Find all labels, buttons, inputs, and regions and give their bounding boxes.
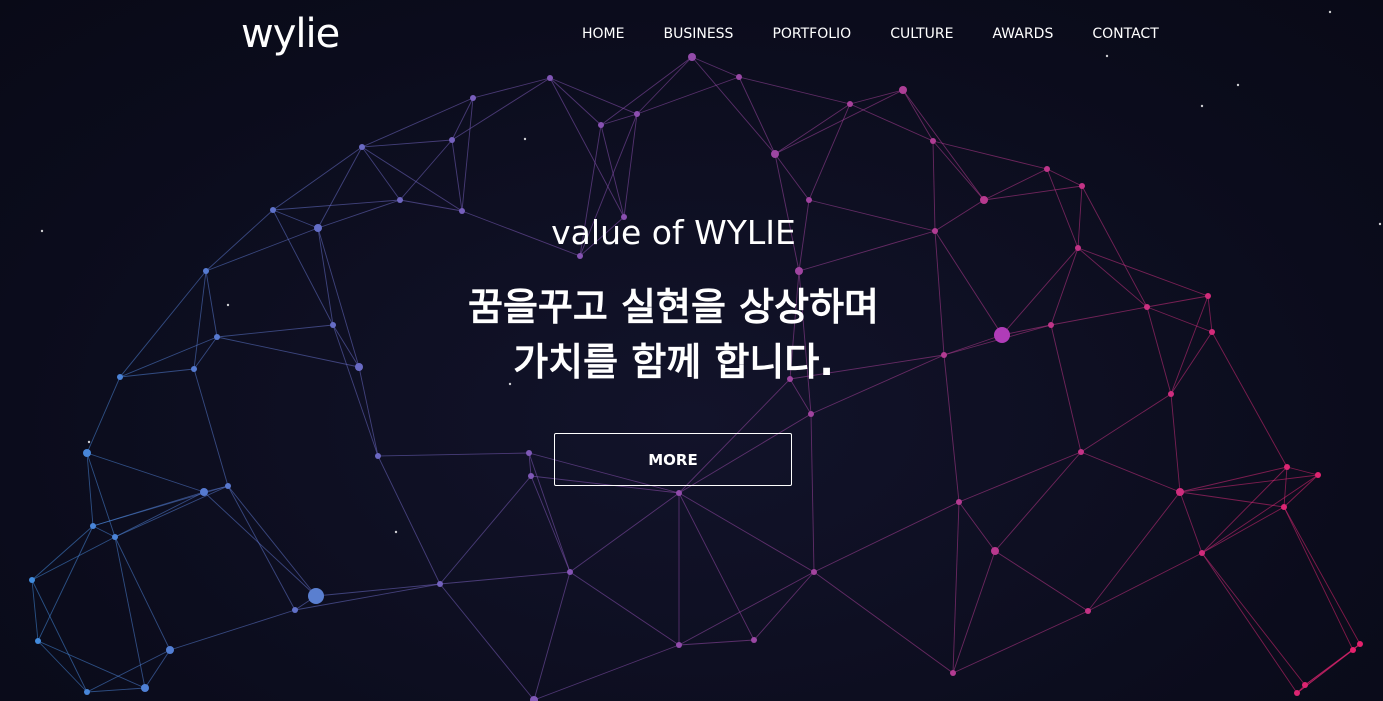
nav-business[interactable]: BUSINESS	[663, 24, 733, 44]
network-node	[751, 637, 757, 643]
star	[87, 440, 91, 444]
network-node	[811, 569, 817, 575]
headline-line-2: 가치를 함께 합니다.	[513, 340, 834, 384]
network-node	[90, 523, 96, 529]
network-node	[1302, 682, 1308, 688]
network-node	[930, 138, 936, 144]
nav-contact[interactable]: CONTACT	[1092, 24, 1158, 44]
network-node	[1079, 183, 1085, 189]
network-node	[676, 490, 682, 496]
wylie-logo[interactable]: wylie	[241, 10, 340, 58]
network-node	[292, 607, 298, 613]
hero-subtitle: value of WYLIE	[551, 213, 796, 252]
network-node	[899, 86, 907, 94]
nav-culture[interactable]: CULTURE	[890, 24, 953, 44]
network-node	[83, 449, 91, 457]
network-node	[84, 689, 90, 695]
network-node	[847, 101, 853, 107]
network-node	[1357, 641, 1363, 647]
network-node	[375, 453, 381, 459]
network-node	[950, 670, 956, 676]
network-node	[1350, 647, 1356, 653]
network-node	[771, 150, 779, 158]
star	[1378, 222, 1382, 226]
star	[1105, 54, 1109, 58]
nav-awards[interactable]: AWARDS	[992, 24, 1053, 44]
network-node	[528, 473, 534, 479]
more-button[interactable]: MORE	[554, 433, 792, 486]
network-node	[736, 74, 742, 80]
network-node	[225, 483, 231, 489]
network-node	[1294, 690, 1300, 696]
network-node	[166, 646, 174, 654]
star	[1328, 10, 1332, 14]
star	[1200, 104, 1204, 108]
network-node	[526, 450, 532, 456]
network-node	[991, 547, 999, 555]
network-node	[35, 638, 41, 644]
network-node	[141, 684, 149, 692]
main-nav: HOME BUSINESS PORTFOLIO CULTURE AWARDS C…	[582, 24, 1198, 44]
hero-section: wylie HOME BUSINESS PORTFOLIO CULTURE AW…	[0, 0, 1383, 701]
headline-line-1: 꿈을꾸고 실현을 상상하며	[467, 285, 880, 329]
network-node	[1315, 472, 1321, 478]
network-node	[437, 581, 443, 587]
network-node	[676, 642, 682, 648]
network-node	[1044, 166, 1050, 172]
network-node	[1281, 504, 1287, 510]
star	[523, 137, 527, 141]
network-node	[567, 569, 573, 575]
network-node	[547, 75, 553, 81]
network-node	[29, 577, 35, 583]
network-node	[956, 499, 962, 505]
nav-portfolio[interactable]: PORTFOLIO	[772, 24, 851, 44]
network-node	[1176, 488, 1184, 496]
network-node	[1078, 449, 1084, 455]
network-node	[634, 111, 640, 117]
network-node	[449, 137, 455, 143]
hero-headline: 꿈을꾸고 실현을 상상하며 가치를 함께 합니다.	[0, 280, 1347, 390]
network-node	[112, 534, 118, 540]
star	[1236, 83, 1240, 87]
network-node	[577, 253, 583, 259]
network-node	[795, 267, 803, 275]
network-node	[359, 144, 365, 150]
network-node	[203, 268, 209, 274]
network-node	[470, 95, 476, 101]
network-node	[1284, 464, 1290, 470]
network-node	[1168, 391, 1174, 397]
network-node	[1199, 550, 1205, 556]
network-node	[1085, 608, 1091, 614]
network-node	[688, 53, 696, 61]
network-node	[980, 196, 988, 204]
network-node	[806, 197, 812, 203]
network-node	[808, 411, 814, 417]
network-node	[200, 488, 208, 496]
network-node	[308, 588, 324, 604]
star	[394, 530, 398, 534]
network-node	[598, 122, 604, 128]
nav-home[interactable]: HOME	[582, 24, 624, 44]
network-node	[397, 197, 403, 203]
